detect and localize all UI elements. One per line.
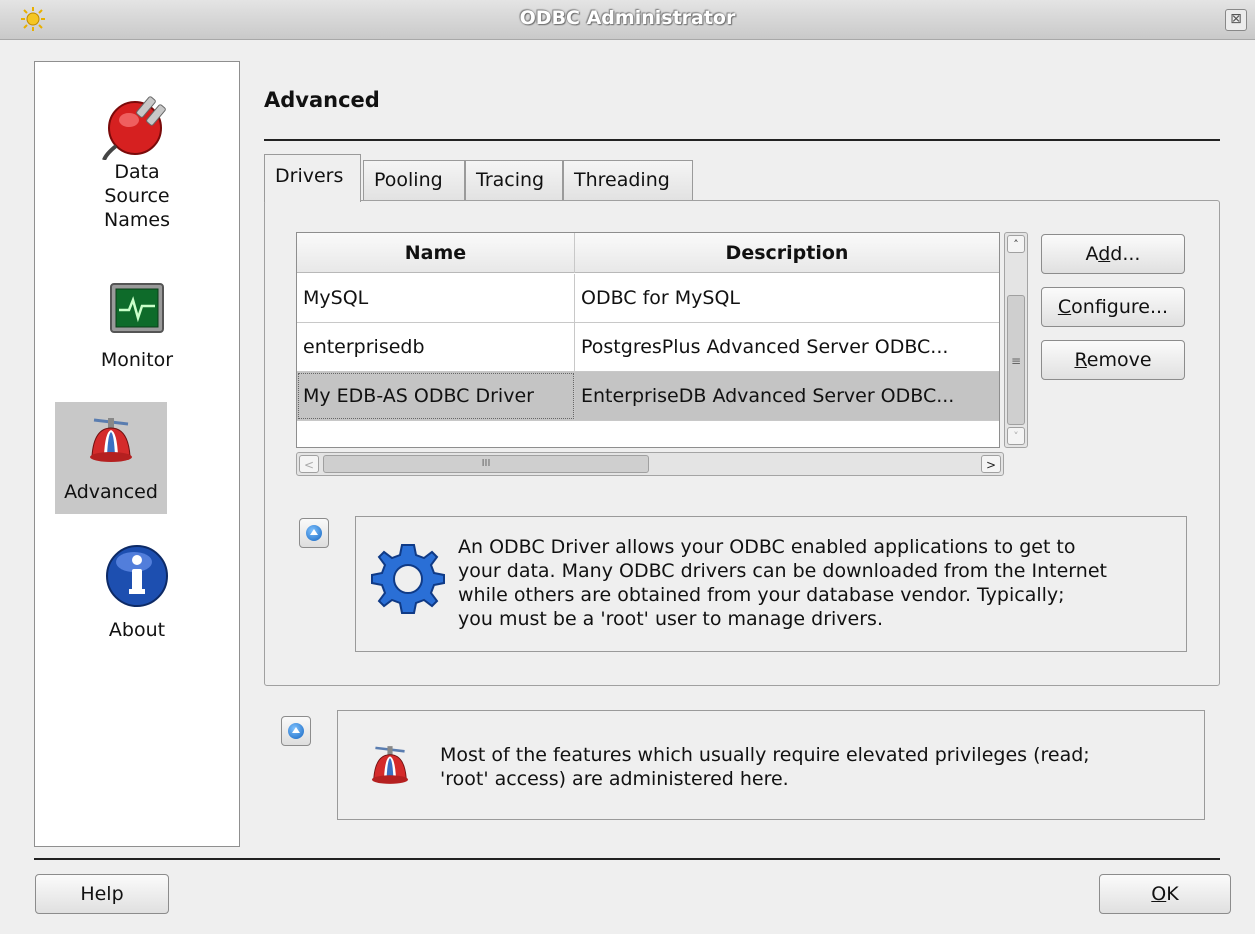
drivers-table: Name Description MySQL ODBC for MySQL en… [296,232,1000,448]
sidebar-item-label: Data [114,161,160,183]
drivers-info-toggle-button[interactable] [299,518,329,548]
driver-description-cell: ODBC for MySQL [581,287,740,309]
bottom-divider [34,858,1220,860]
scroll-left-icon[interactable]: < [299,455,319,473]
close-window-button[interactable]: ⊠ [1225,9,1247,31]
collapse-arrow-icon [288,723,304,739]
table-row[interactable]: MySQL ODBC for MySQL [297,274,999,323]
advanced-info-text: Most of the features which usually requi… [440,744,1090,790]
sidebar-item-label: Monitor [100,349,174,371]
drivers-info-box: An ODBC Driver allows your ODBC enabled … [355,516,1187,652]
help-button[interactable]: Help [35,874,169,914]
scroll-thumb-vertical[interactable]: ≡ [1007,295,1025,425]
info-icon [106,545,168,607]
page-title: Advanced [264,88,380,112]
ok-button[interactable]: OK [1099,874,1231,914]
driver-name-cell: MySQL [297,274,575,322]
driver-name-cell: My EDB-AS ODBC Driver [297,372,575,420]
driver-description-cell: EnterpriseDB Advanced Server ODBC... [581,385,955,407]
add-driver-button[interactable]: Add... [1041,234,1185,274]
driver-description-cell: PostgresPlus Advanced Server ODBC... [581,336,949,358]
propeller-hat-icon [372,746,408,784]
sidebar-item-label: Advanced [64,481,158,503]
gear-icon [371,544,445,614]
tab-drivers[interactable]: Drivers [264,154,361,202]
table-row-selected[interactable]: My EDB-AS ODBC Driver EnterpriseDB Advan… [297,372,999,421]
advanced-info-box: Most of the features which usually requi… [337,710,1205,820]
column-header-description[interactable]: Description [575,233,999,273]
sidebar-item-data-source-names[interactable]: Data Source Names [35,84,239,232]
configure-driver-button[interactable]: Configure... [1041,287,1185,327]
sidebar: Data Source Names Monitor Advanced About [34,61,240,847]
table-horizontal-scrollbar[interactable]: < III > [296,452,1004,476]
tab-tracing[interactable]: Tracing [465,160,563,200]
sidebar-item-advanced[interactable]: Advanced [55,402,167,514]
sidebar-item-monitor[interactable]: Monitor [35,278,239,372]
table-row[interactable]: enterprisedb PostgresPlus Advanced Serve… [297,323,999,372]
drivers-info-text: An ODBC Driver allows your ODBC enabled … [458,536,1107,630]
remove-driver-button[interactable]: Remove [1041,340,1185,380]
scroll-up-icon[interactable]: ˄ [1007,235,1025,253]
monitor-icon [110,283,164,333]
sidebar-item-about[interactable]: About [35,536,239,642]
scroll-thumb-horizontal[interactable]: III [323,455,649,473]
plug-icon [102,96,166,160]
sidebar-item-label: Names [104,209,170,231]
tab-pooling[interactable]: Pooling [363,160,465,200]
advanced-info-toggle-button[interactable] [281,716,311,746]
table-vertical-scrollbar[interactable]: ˄ ≡ ˅ [1004,232,1028,448]
table-header: Name Description [297,233,999,273]
scroll-right-icon[interactable]: > [981,455,1001,473]
collapse-arrow-icon [306,525,322,541]
window-title: ODBC Administrator [519,7,736,29]
driver-name-cell: enterprisedb [297,323,575,371]
title-bar: ODBC Administrator ⊠ [0,0,1255,40]
tab-threading[interactable]: Threading [563,160,693,200]
scroll-down-icon[interactable]: ˅ [1007,427,1025,445]
sidebar-item-label: About [108,619,166,641]
column-header-name[interactable]: Name [297,233,575,273]
close-icon: ⊠ [1230,11,1242,27]
propeller-hat-icon [90,418,132,462]
title-divider [264,139,1220,141]
sidebar-item-label: Source [104,185,170,207]
